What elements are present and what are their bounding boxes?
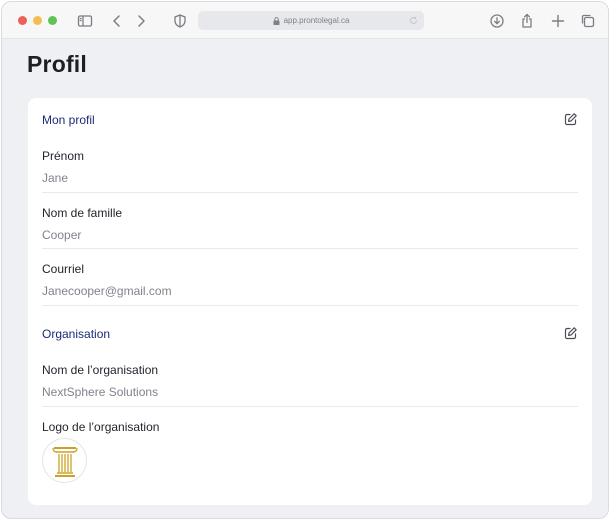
maximize-window-button[interactable] [48,16,57,25]
address-bar-url: app.prontolegal.ca [283,16,350,25]
profile-section-title: Mon profil [42,113,95,127]
divider [42,192,578,193]
first-name-value: Jane [42,171,69,185]
organisation-name-value: NextSphere Solutions [42,385,159,399]
page-title: Profil [27,51,87,77]
browser-toolbar: app.prontolegal.ca [2,2,608,39]
last-name-value: Cooper [42,228,82,242]
minimize-window-button[interactable] [33,16,42,25]
download-icon[interactable] [488,12,506,30]
edit-profile-icon[interactable] [563,112,578,127]
lock-icon [273,16,280,25]
organisation-section-title: Organisation [42,327,111,341]
email-field: Courriel Janecooper@gmail.com [42,262,578,298]
last-name-label: Nom de famille [42,206,123,220]
profile-card: Mon profil Prénom Jane Nom de famille Co… [28,98,592,505]
organisation-name-label: Nom de l’organisation [42,363,159,377]
tab-overview-icon[interactable] [579,12,597,30]
organisation-logo-label: Logo de l’organisation [42,420,160,434]
browser-window: app.prontolegal.ca Profil Mon profil Pré… [1,1,609,519]
first-name-field: Prénom Jane [42,149,578,185]
address-bar[interactable]: app.prontolegal.ca [198,11,424,30]
organisation-logo [42,438,87,483]
last-name-field: Nom de famille Cooper [42,206,578,242]
divider [42,406,578,407]
first-name-label: Prénom [42,149,85,163]
divider [42,248,578,249]
privacy-shield-icon[interactable] [171,12,189,30]
close-window-button[interactable] [18,16,27,25]
reload-icon[interactable] [409,16,418,25]
edit-organisation-icon[interactable] [563,326,578,341]
organisation-logo-field: Logo de l’organisation [42,420,578,434]
back-arrow-icon[interactable] [108,12,126,30]
email-value: Janecooper@gmail.com [42,284,172,298]
divider [42,305,578,306]
email-label: Courriel [42,262,85,276]
sidebar-toggle-icon[interactable] [76,12,94,30]
share-icon[interactable] [518,12,536,30]
new-tab-plus-icon[interactable] [549,12,567,30]
column-pillar-icon [51,446,78,477]
organisation-name-field: Nom de l’organisation NextSphere Solutio… [42,363,578,399]
forward-arrow-icon[interactable] [132,12,150,30]
